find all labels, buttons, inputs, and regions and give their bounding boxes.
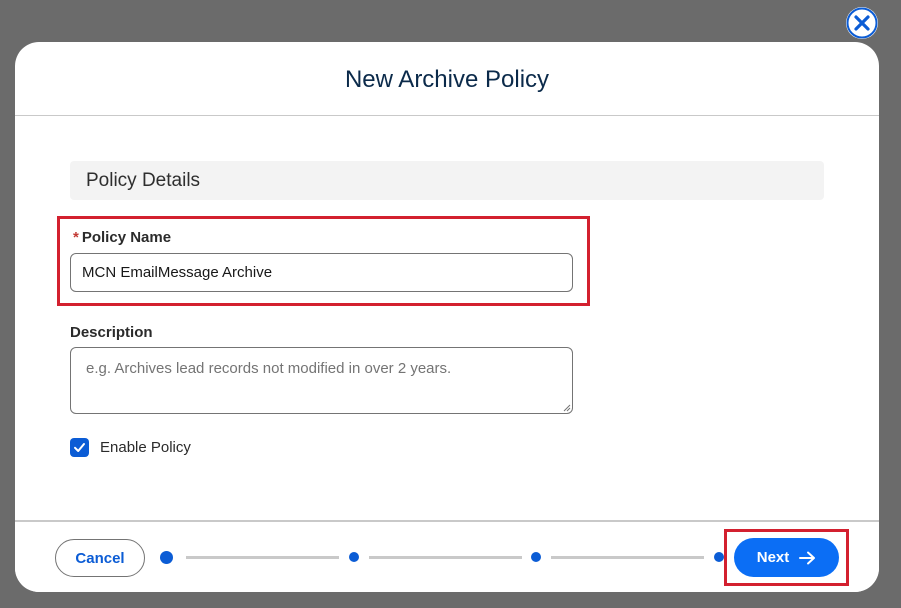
next-button[interactable]: Next bbox=[734, 538, 839, 577]
progress-step-4 bbox=[714, 552, 724, 562]
checkmark-icon bbox=[74, 443, 85, 452]
progress-line-1 bbox=[186, 556, 339, 559]
arrow-right-icon bbox=[799, 551, 816, 564]
progress-line-2 bbox=[369, 556, 522, 559]
section-header: Policy Details bbox=[70, 161, 824, 200]
policy-name-label-text: Policy Name bbox=[81, 229, 172, 246]
modal-header: New Archive Policy bbox=[15, 42, 879, 116]
enable-policy-label: Enable Policy bbox=[100, 439, 191, 456]
policy-name-label: * Policy Name bbox=[73, 229, 171, 246]
checkbox-checked[interactable] bbox=[70, 438, 89, 457]
resize-grip-icon[interactable] bbox=[563, 404, 571, 412]
enable-policy-checkbox[interactable]: Enable Policy bbox=[70, 438, 191, 457]
progress-step-2 bbox=[349, 552, 359, 562]
close-icon bbox=[846, 7, 878, 39]
modal-title: New Archive Policy bbox=[344, 65, 550, 93]
close-button[interactable] bbox=[846, 7, 878, 39]
modal-footer: Cancel Next bbox=[15, 520, 879, 592]
next-button-label: Next bbox=[756, 549, 790, 566]
required-marker: * bbox=[73, 229, 79, 246]
progress-step-3 bbox=[531, 552, 541, 562]
policy-name-input[interactable] bbox=[70, 253, 573, 292]
description-textarea[interactable] bbox=[70, 347, 573, 414]
section-title: Policy Details bbox=[86, 169, 201, 191]
progress-step-1 bbox=[160, 551, 173, 564]
description-label: Description bbox=[70, 324, 153, 341]
progress-line-3 bbox=[551, 556, 704, 559]
archive-policy-modal: New Archive Policy Policy Details * Polic… bbox=[15, 42, 879, 592]
cancel-button[interactable]: Cancel bbox=[55, 539, 145, 577]
